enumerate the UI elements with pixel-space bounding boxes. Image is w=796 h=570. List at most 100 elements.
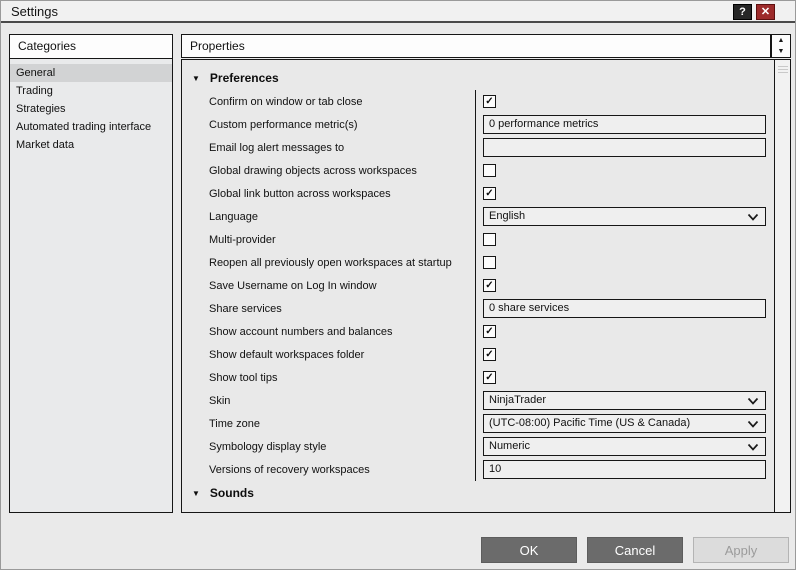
property-value-cell: ✓ [475,366,773,389]
property-value-cell: 10 [475,458,773,481]
dropdown[interactable]: (UTC-08:00) Pacific Time (US & Canada) [483,414,766,433]
chevron-down-icon [747,397,759,405]
text-input[interactable]: 0 performance metrics [483,115,766,134]
section-label: Preferences [209,71,279,85]
checkbox-checked[interactable]: ✓ [483,371,496,384]
close-icon: ✕ [760,6,771,18]
dropdown[interactable]: Numeric [483,437,766,456]
property-row: Share services 0 share services [182,297,773,320]
property-row: Email log alert messages to [182,136,773,159]
property-row: Versions of recovery workspaces 10 [182,458,773,481]
down-arrow-icon: ▼ [777,48,785,55]
text-input[interactable] [483,138,766,157]
property-label: Show tool tips [209,371,278,384]
dropdown[interactable]: NinjaTrader [483,391,766,410]
categories-header: Categories [10,35,172,59]
dropdown-value: English [489,210,526,222]
property-row: Global link button across workspaces ✓ [182,182,773,205]
property-value-cell: (UTC-08:00) Pacific Time (US & Canada) [475,412,773,435]
property-value-cell: English [475,205,773,228]
property-label: Share services [209,302,282,315]
checkbox-checked[interactable]: ✓ [483,187,496,200]
scroll-spinner: ▲ ▼ [771,34,791,58]
scrollbar[interactable] [774,60,790,512]
checkbox-checked[interactable]: ✓ [483,279,496,292]
property-value-cell [475,159,773,182]
checkbox-checked[interactable]: ✓ [483,95,496,108]
property-value-cell: ✓ [475,90,773,113]
help-button[interactable]: ? [733,4,752,20]
settings-window: Settings ? ✕ Categories General Trading St… [0,0,796,570]
properties-header: Properties [181,34,771,58]
property-value-cell [475,228,773,251]
dropdown-value: Numeric [489,440,530,452]
property-row: Show tool tips ✓ [182,366,773,389]
properties-panel: Properties ▲ ▼ ▼ Preferences Confirm on wi… [181,34,791,513]
text-input[interactable]: 0 share services [483,299,766,318]
property-label: Save Username on Log In window [209,279,377,292]
property-row: Save Username on Log In window ✓ [182,274,773,297]
property-label: Global link button across workspaces [209,187,391,200]
chevron-down-icon [747,213,759,221]
property-row: Global drawing objects across workspaces [182,159,773,182]
collapse-triangle-icon: ▼ [192,73,200,83]
scroll-down-button[interactable]: ▼ [772,46,790,57]
property-row: Show account numbers and balances ✓ [182,320,773,343]
text-input[interactable]: 10 [483,460,766,479]
checkbox-unchecked[interactable] [483,164,496,177]
property-label: Custom performance metric(s) [209,118,358,131]
category-item[interactable]: General [10,64,172,82]
property-value-cell: ✓ [475,320,773,343]
section-header[interactable]: ▼ Preferences [182,66,773,90]
property-label: Skin [209,394,231,407]
category-item[interactable]: Automated trading interface [10,118,172,136]
dropdown[interactable]: English [483,207,766,226]
window-title: Settings [11,4,58,19]
apply-button[interactable]: Apply [693,537,789,563]
categories-list: General Trading Strategies Automated tradin… [10,59,172,154]
property-value-cell: 0 performance metrics [475,113,773,136]
checkbox-checked[interactable]: ✓ [483,325,496,338]
category-item[interactable]: Trading [10,82,172,100]
properties-rows: ▼ Preferences Confirm on window or tab clo… [182,60,773,512]
category-item[interactable]: Market data [10,136,172,154]
section-label: Sounds [209,486,254,500]
property-label: Show account numbers and balances [209,325,393,338]
categories-panel: Categories General Trading Strategies Autom… [9,34,173,513]
close-button[interactable]: ✕ [756,4,775,20]
scroll-up-button[interactable]: ▲ [772,35,790,46]
property-value-cell [475,251,773,274]
dropdown-value: NinjaTrader [489,394,547,406]
property-row: Custom performance metric(s) 0 performanc… [182,113,773,136]
category-item[interactable]: Strategies [10,100,172,118]
question-mark-icon: ? [739,6,746,18]
titlebar[interactable]: Settings ? ✕ [1,1,795,23]
property-value-cell [475,136,773,159]
property-row: Language English [182,205,773,228]
collapse-triangle-icon: ▼ [192,488,200,498]
ok-button[interactable]: OK [481,537,577,563]
property-value-cell: ✓ [475,343,773,366]
properties-header-label: Properties [190,39,245,53]
property-value-cell: ✓ [475,182,773,205]
checkbox-unchecked[interactable] [483,233,496,246]
property-label: Global drawing objects across workspaces [209,164,417,177]
scrollbar-grip-icon [777,66,788,73]
properties-grid: ▼ Preferences Confirm on window or tab clo… [181,59,791,513]
section-header[interactable]: ▼ Sounds [182,481,773,505]
checkbox-unchecked[interactable] [483,256,496,269]
property-label: Multi-provider [209,233,276,246]
property-value-cell: Numeric [475,435,773,458]
property-label: Symbology display style [209,440,327,453]
property-label: Language [209,210,258,223]
property-label: Reopen all previously open workspaces at… [209,256,452,269]
chevron-down-icon [747,420,759,428]
property-row: Time zone (UTC-08:00) Pacific Time (US & … [182,412,773,435]
property-row: Show default workspaces folder ✓ [182,343,773,366]
categories-header-label: Categories [18,39,77,53]
checkbox-checked[interactable]: ✓ [483,348,496,361]
properties-header-row: Properties ▲ ▼ [181,34,791,58]
property-label: Time zone [209,417,260,430]
property-label: Show default workspaces folder [209,348,365,361]
cancel-button[interactable]: Cancel [587,537,683,563]
